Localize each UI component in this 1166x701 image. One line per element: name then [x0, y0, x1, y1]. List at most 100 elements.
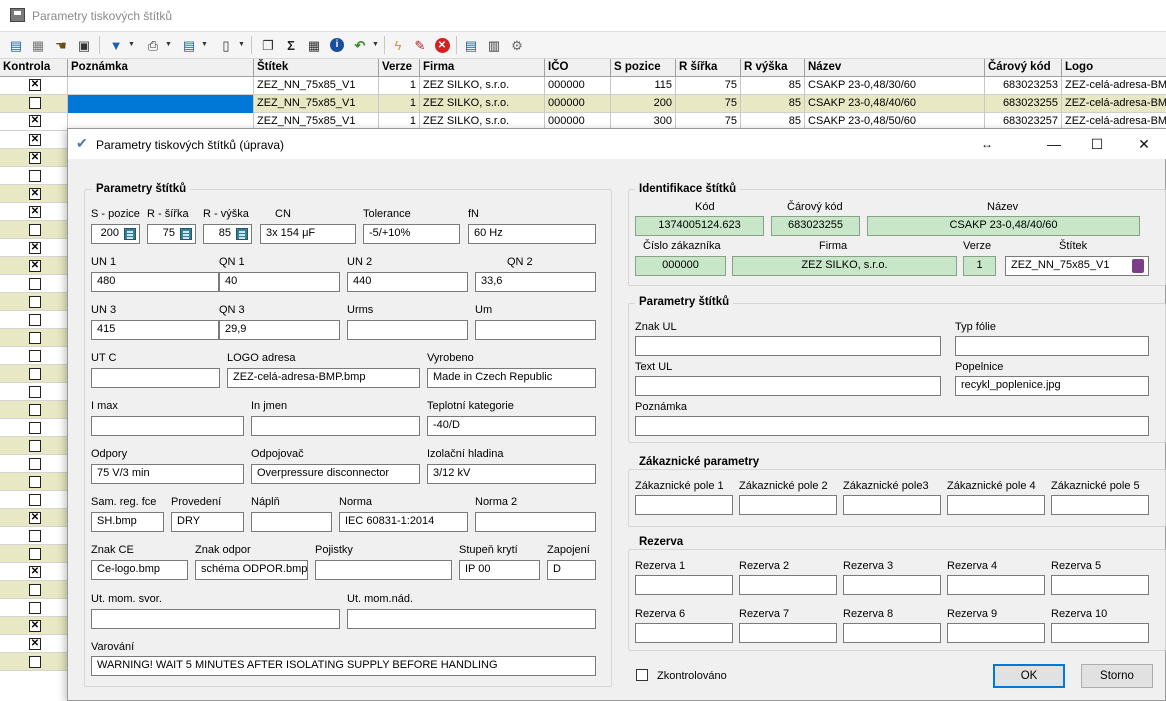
- row-check-checkbox[interactable]: [29, 548, 41, 560]
- cancel-button[interactable]: Storno: [1081, 664, 1153, 688]
- poznamka-field[interactable]: [635, 416, 1149, 436]
- napln-field[interactable]: [251, 512, 332, 532]
- sum-icon[interactable]: Σ: [281, 35, 301, 55]
- row-check-checkbox[interactable]: [29, 134, 41, 146]
- stupen-kryti-field[interactable]: IP 00: [459, 560, 540, 580]
- chevron-down-icon[interactable]: ▼: [238, 41, 245, 48]
- norma-field[interactable]: IEC 60831-1:2014: [339, 512, 468, 532]
- table-row[interactable]: ZEZ_NN_75x85_V1 1 ZEZ SILKO, s.r.o. 0000…: [0, 77, 1166, 95]
- table-row[interactable]: [0, 455, 68, 473]
- row-check-checkbox[interactable]: [29, 602, 41, 614]
- eraser-icon[interactable]: ✎: [410, 35, 430, 55]
- info-icon[interactable]: i: [327, 35, 347, 55]
- reserve-10-field[interactable]: [1051, 623, 1149, 643]
- cell-carovy-kod[interactable]: 683023253: [985, 77, 1062, 95]
- table-row[interactable]: [0, 473, 68, 491]
- tree-icon[interactable]: ▤: [461, 35, 481, 55]
- grid-icon[interactable]: ▦: [304, 35, 324, 55]
- row-check-checkbox[interactable]: [29, 620, 41, 632]
- cell-r-vyska[interactable]: 85: [741, 95, 805, 113]
- row-check-checkbox[interactable]: [29, 332, 41, 344]
- book-icon[interactable]: [1132, 259, 1144, 273]
- row-check-checkbox[interactable]: [29, 638, 41, 650]
- reserve-8-field[interactable]: [843, 623, 941, 643]
- customer-field-1[interactable]: [635, 495, 733, 515]
- table-row[interactable]: [0, 185, 68, 203]
- cell-carovy-kod[interactable]: 683023255: [985, 95, 1062, 113]
- cell-logo[interactable]: ZEZ-celá-adresa-BMP: [1062, 77, 1166, 95]
- odpojovac-field[interactable]: Overpressure disconnector: [251, 464, 420, 484]
- table-row[interactable]: [0, 275, 68, 293]
- ok-button[interactable]: OK: [993, 664, 1065, 688]
- r-sirka-field[interactable]: 75: [147, 224, 196, 244]
- popelnice-field[interactable]: recykl_poplenice.jpg: [955, 376, 1149, 396]
- in-jmen-field[interactable]: [251, 416, 420, 436]
- lightning-icon[interactable]: ϟ: [388, 35, 408, 55]
- provedeni-field[interactable]: DRY: [171, 512, 244, 532]
- teplotni-kategorie-field[interactable]: -40/D: [427, 416, 596, 436]
- column-header-verze[interactable]: Verze: [379, 59, 420, 77]
- logo-adresa-field[interactable]: ZEZ-celá-adresa-BMP.bmp: [227, 368, 420, 388]
- customer-field-2[interactable]: [739, 495, 837, 515]
- table-row[interactable]: [0, 509, 68, 527]
- table-row[interactable]: [0, 599, 68, 617]
- znak-ul-field[interactable]: [635, 336, 941, 356]
- table-row[interactable]: [0, 311, 68, 329]
- row-check-checkbox[interactable]: [29, 458, 41, 470]
- sam-reg-fce-field[interactable]: SH.bmp: [91, 512, 164, 532]
- cell-firma[interactable]: ZEZ SILKO, s.r.o.: [420, 77, 545, 95]
- reserve-4-field[interactable]: [947, 575, 1045, 595]
- row-check-checkbox[interactable]: [29, 242, 41, 254]
- row-check-checkbox[interactable]: [29, 296, 41, 308]
- table-row[interactable]: [0, 365, 68, 383]
- row-check-checkbox[interactable]: [29, 224, 41, 236]
- pojistky-field[interactable]: [315, 560, 452, 580]
- varovani-field[interactable]: WARNING! WAIT 5 MINUTES AFTER ISOLATING …: [91, 656, 596, 676]
- row-check-checkbox[interactable]: [29, 656, 41, 668]
- column-header-stitek[interactable]: Štítek: [254, 59, 379, 77]
- copy-icon[interactable]: ❐: [258, 35, 278, 55]
- s-pozice-field[interactable]: 200: [91, 224, 140, 244]
- calculator-icon[interactable]: [124, 228, 136, 240]
- row-check-checkbox[interactable]: [29, 79, 41, 91]
- close-button[interactable]: ✕: [1134, 135, 1154, 153]
- table-row[interactable]: [0, 347, 68, 365]
- row-check-checkbox[interactable]: [29, 440, 41, 452]
- cell-stitek[interactable]: ZEZ_NN_75x85_V1: [254, 95, 379, 113]
- ut-mom-svor-field[interactable]: [91, 609, 340, 629]
- document-icon[interactable]: ▯: [216, 35, 236, 55]
- table-row-selected[interactable]: ZEZ_NN_75x85_V1 1 ZEZ SILKO, s.r.o. 0000…: [0, 95, 1166, 113]
- reserve-6-field[interactable]: [635, 623, 733, 643]
- row-check-checkbox[interactable]: [29, 476, 41, 488]
- add-icon[interactable]: ▤: [6, 35, 26, 55]
- reserve-1-field[interactable]: [635, 575, 733, 595]
- table-row[interactable]: [0, 545, 68, 563]
- cell-verze[interactable]: 1: [379, 95, 420, 113]
- cell-verze[interactable]: 1: [379, 77, 420, 95]
- znak-ce-field[interactable]: Ce-logo.bmp: [91, 560, 188, 580]
- odpory-field[interactable]: 75 V/3 min: [91, 464, 244, 484]
- cell-ico[interactable]: 000000: [545, 77, 611, 95]
- imax-field[interactable]: [91, 416, 244, 436]
- stitek-field[interactable]: ZEZ_NN_75x85_V1: [1005, 256, 1149, 276]
- layers-icon[interactable]: ▤: [179, 35, 199, 55]
- cell-ico[interactable]: 000000: [545, 95, 611, 113]
- cell-s-pozice[interactable]: 200: [611, 95, 676, 113]
- table-row[interactable]: [0, 401, 68, 419]
- row-check-checkbox[interactable]: [29, 566, 41, 578]
- cell-poznamka[interactable]: [68, 95, 254, 113]
- chevron-down-icon[interactable]: ▼: [128, 41, 135, 48]
- un3-field[interactable]: 415: [91, 320, 219, 340]
- table-row[interactable]: [0, 563, 68, 581]
- reserve-7-field[interactable]: [739, 623, 837, 643]
- delete-icon[interactable]: ✕: [432, 35, 452, 55]
- reserve-9-field[interactable]: [947, 623, 1045, 643]
- row-check-checkbox[interactable]: [29, 278, 41, 290]
- cell-s-pozice[interactable]: 115: [611, 77, 676, 95]
- table-row[interactable]: [0, 383, 68, 401]
- filter-icon[interactable]: ▼: [106, 35, 126, 55]
- cell-r-vyska[interactable]: 85: [741, 77, 805, 95]
- row-check-checkbox[interactable]: [29, 350, 41, 362]
- column-header-s-pozice[interactable]: S pozice: [611, 59, 676, 77]
- column-header-kontrola[interactable]: Kontrola: [0, 59, 68, 77]
